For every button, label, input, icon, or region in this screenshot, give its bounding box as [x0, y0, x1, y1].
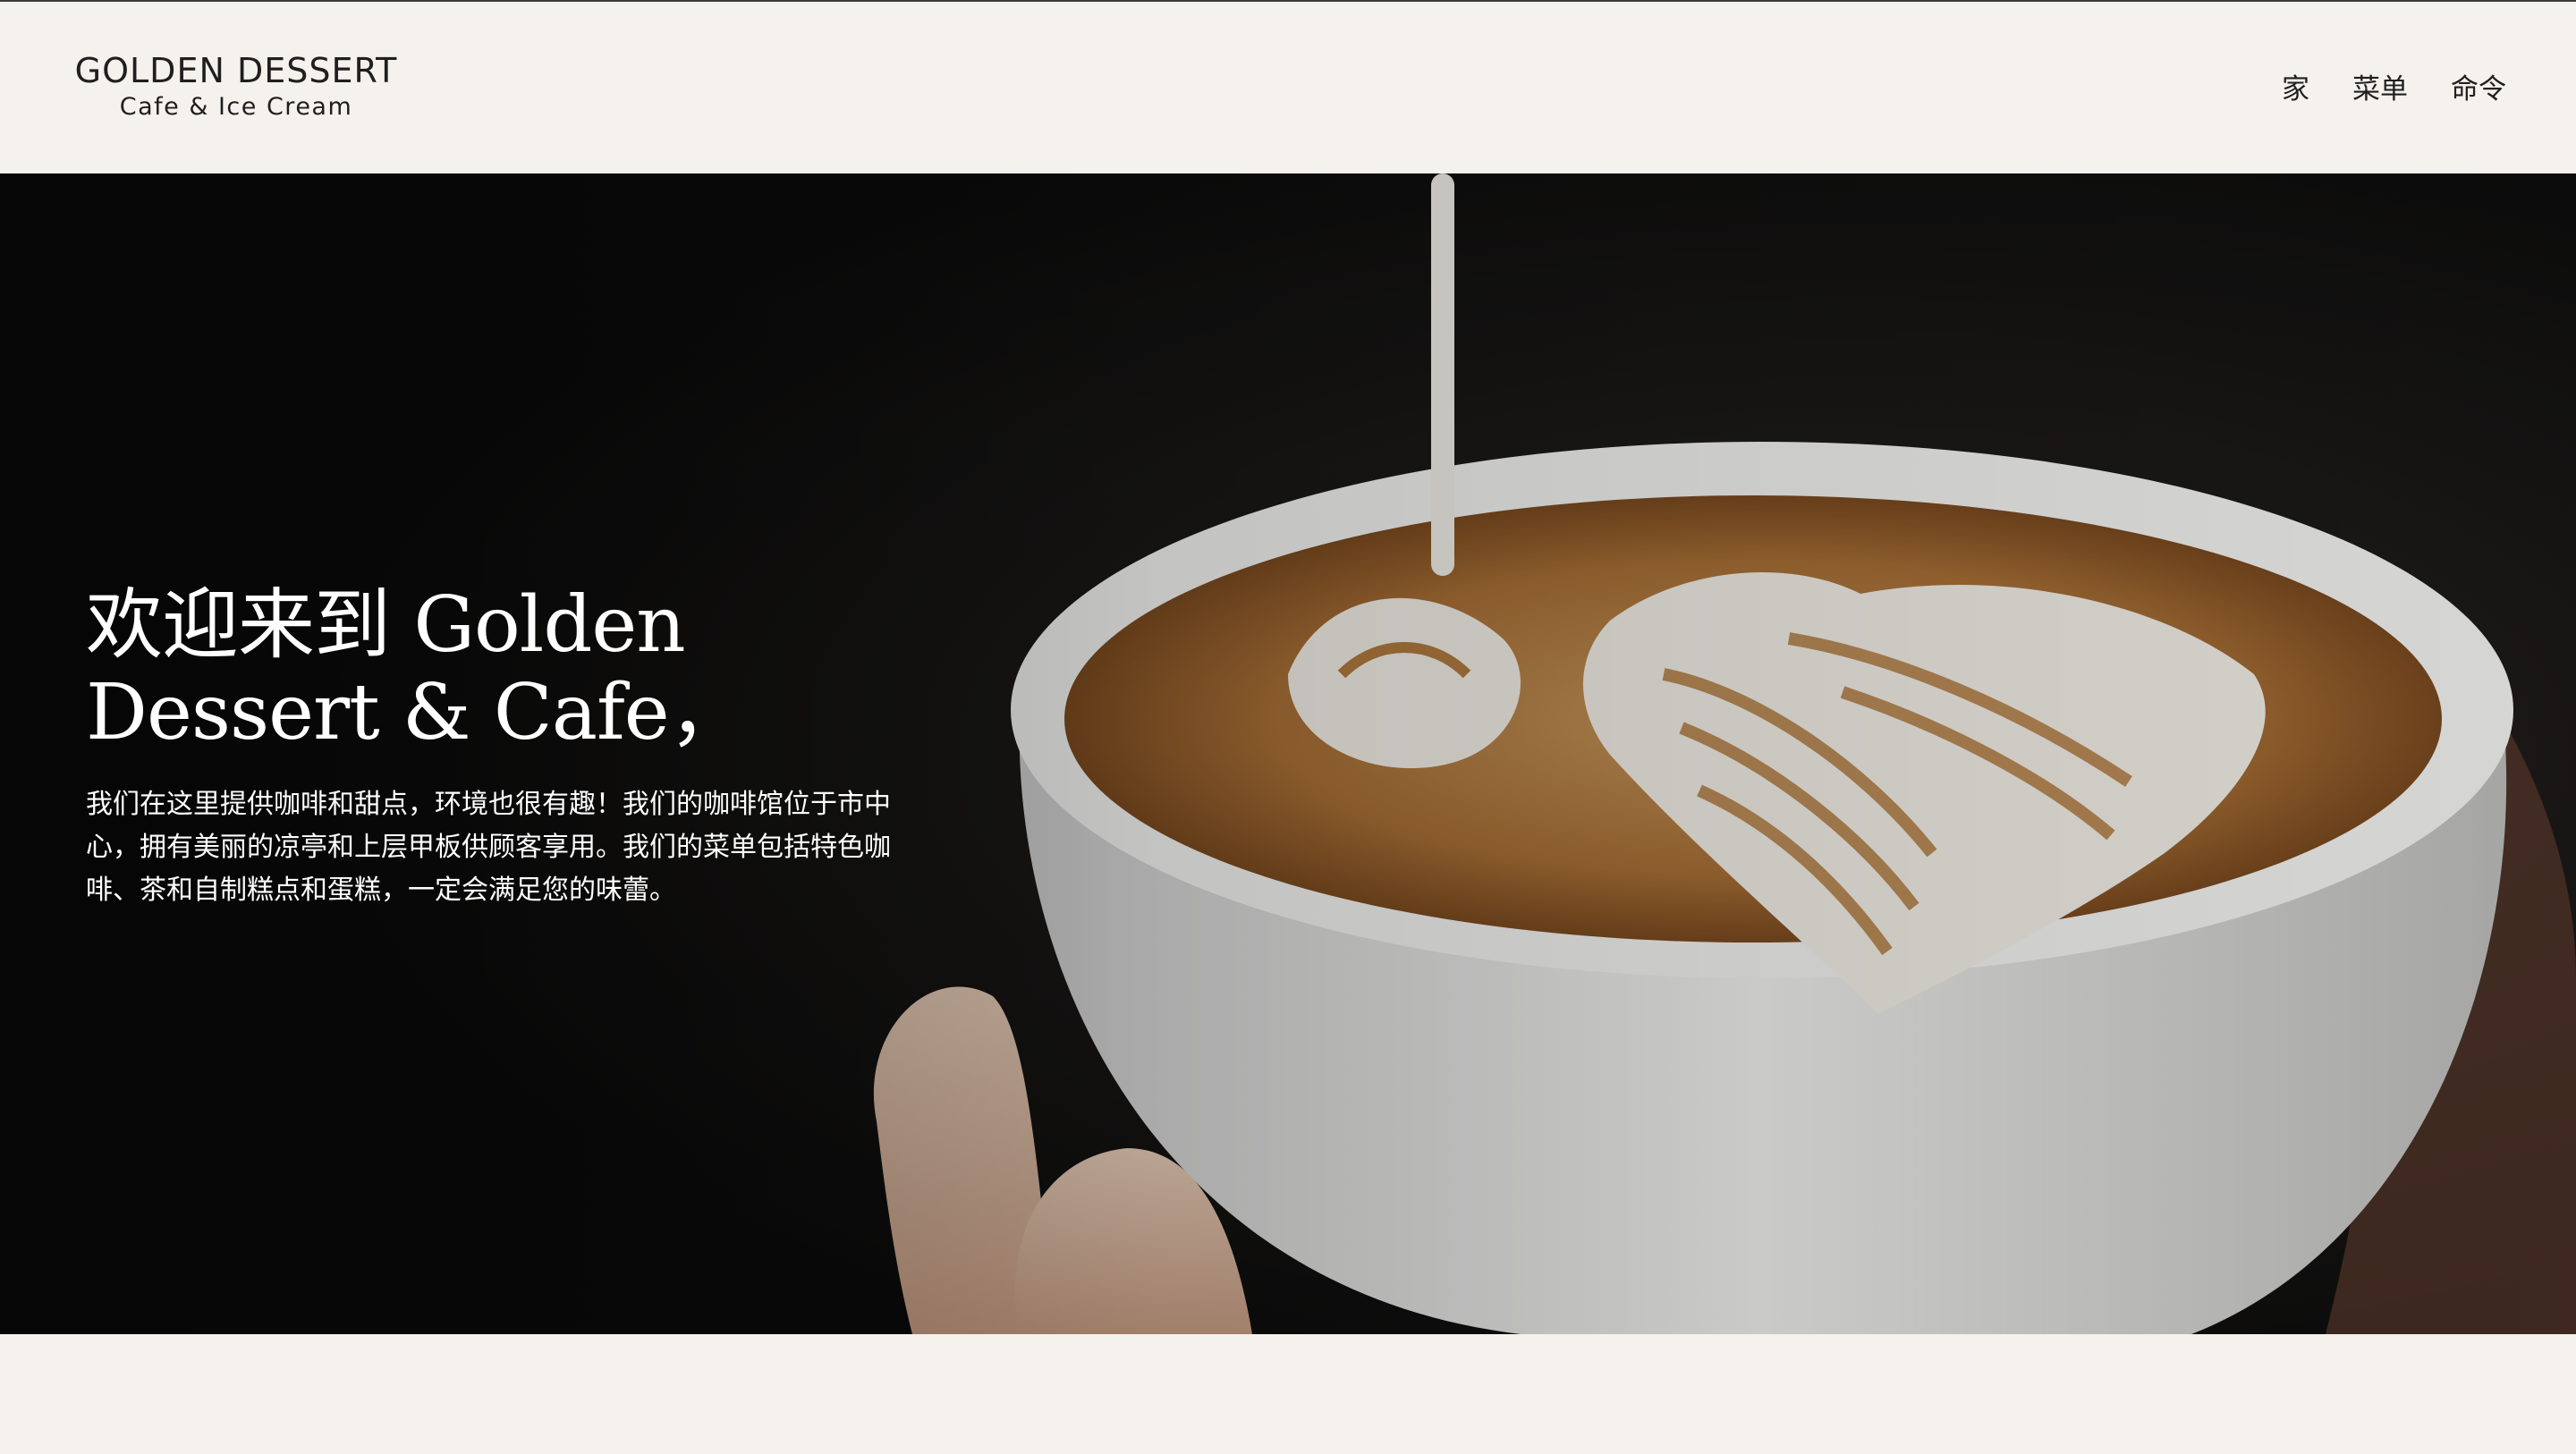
hero-content: 欢迎来到 Golden Dessert & Cafe， 我们在这里提供咖啡和甜点… [86, 581, 945, 912]
nav-item-order[interactable]: 命令 [2451, 66, 2506, 113]
nav-item-menu[interactable]: 菜单 [2352, 66, 2408, 113]
nav-item-home[interactable]: 家 [2282, 66, 2309, 113]
hero-section: 欢迎来到 Golden Dessert & Cafe， 我们在这里提供咖啡和甜点… [0, 173, 2576, 1334]
brand-subtitle: Cafe & Ice Cream [119, 93, 353, 121]
site-header: GOLDEN DESSERT Cafe & Ice Cream 家 菜单 命令 [0, 2, 2576, 173]
hero-description: 我们在这里提供咖啡和甜点，环境也很有趣！我们的咖啡馆位于市中心，拥有美丽的凉亭和… [86, 789, 891, 906]
main-nav: 家 菜单 命令 [2282, 66, 2506, 113]
page-bottom-area [0, 1334, 2576, 1454]
brand-logo[interactable]: GOLDEN DESSERT Cafe & Ice Cream [70, 50, 402, 123]
hero-title: 欢迎来到 Golden Dessert & Cafe， [86, 580, 746, 757]
brand-title: GOLDEN DESSERT [74, 51, 398, 90]
